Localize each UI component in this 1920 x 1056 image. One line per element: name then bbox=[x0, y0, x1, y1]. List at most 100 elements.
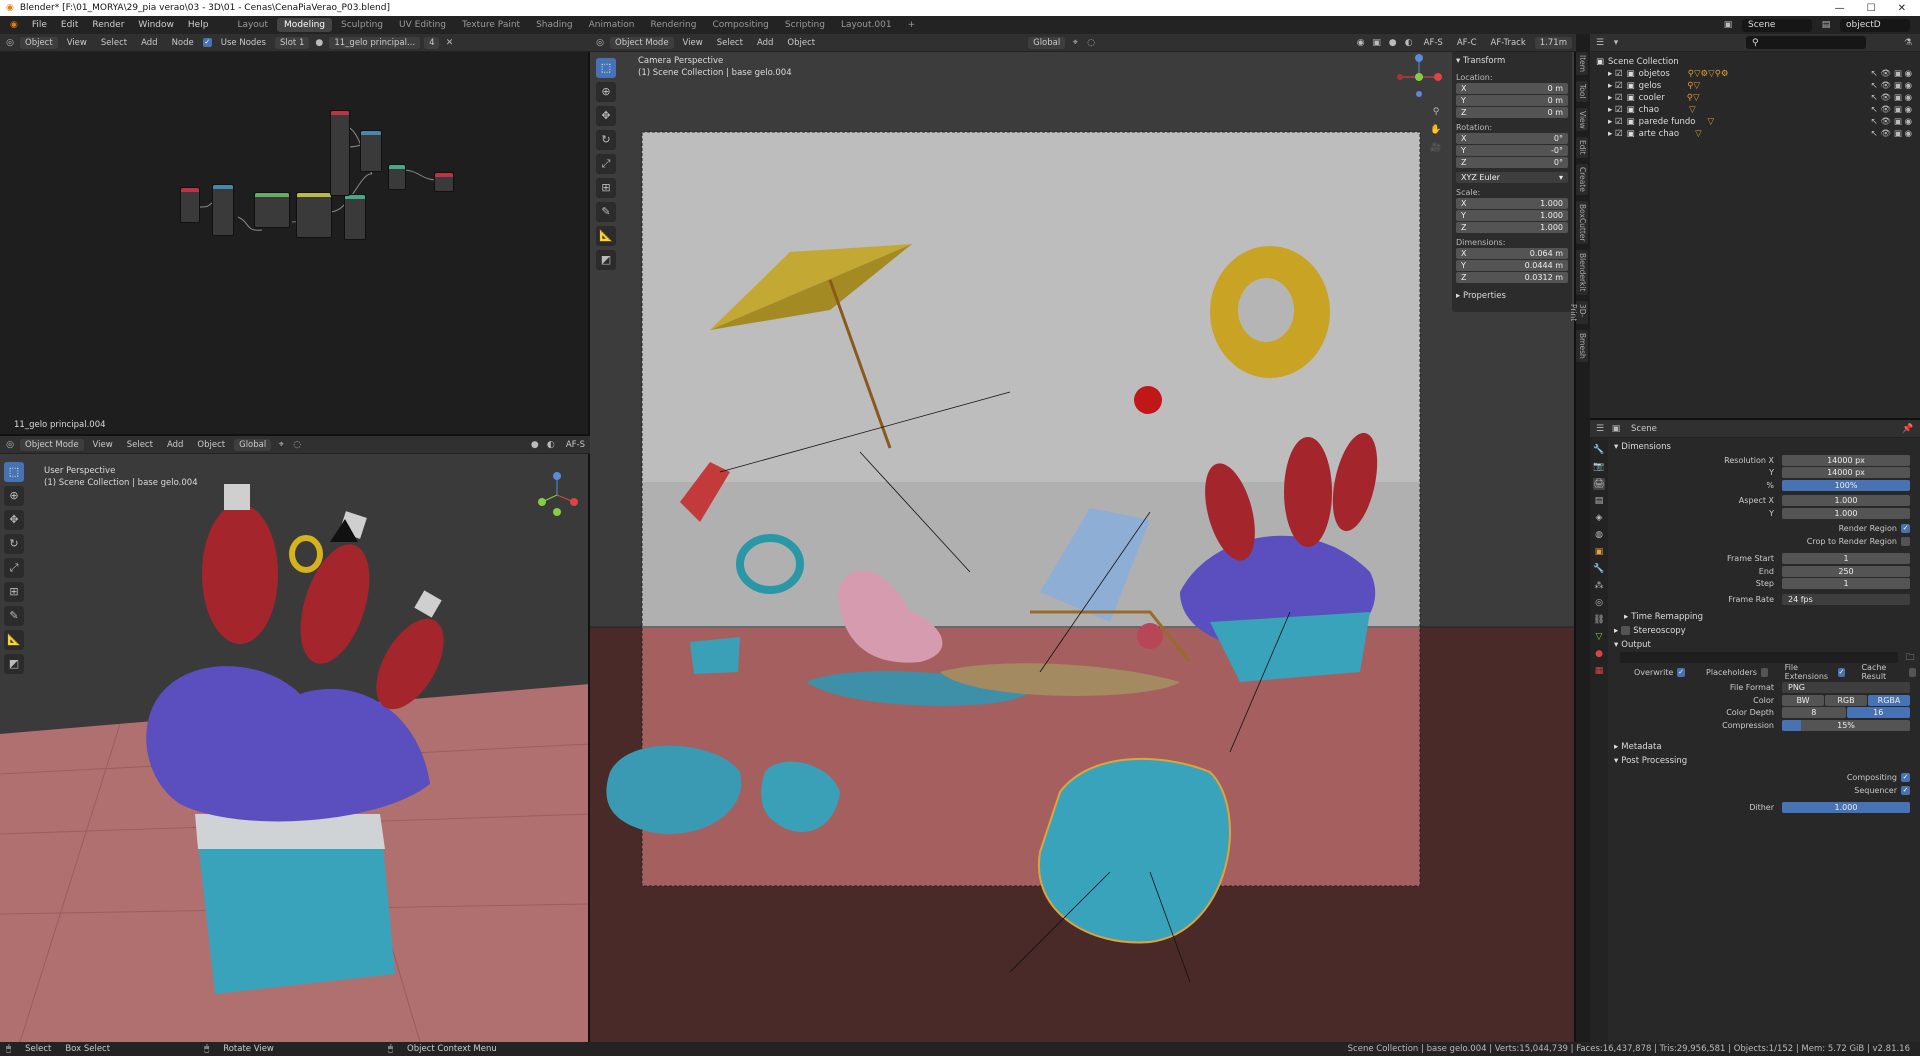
data-tab-icon[interactable]: ▽ bbox=[1593, 631, 1605, 643]
select-tool-icon[interactable]: ⬚ bbox=[596, 58, 616, 78]
af-track-button[interactable]: AF-Track bbox=[1486, 37, 1531, 49]
outliner-search[interactable]: ⚲ bbox=[1746, 36, 1866, 49]
material-tab-icon[interactable]: ● bbox=[1593, 648, 1605, 660]
location-y-field[interactable]: Y0 m bbox=[1456, 95, 1568, 106]
object-tab-icon[interactable]: ▣ bbox=[1593, 546, 1605, 558]
editor-type-icon[interactable]: ☰ bbox=[1594, 423, 1606, 435]
tab-layout-001[interactable]: Layout.001 bbox=[834, 18, 899, 32]
render-region-checkbox[interactable]: ✓ bbox=[1901, 524, 1910, 534]
user-count[interactable]: 4 bbox=[424, 36, 440, 49]
pan-icon[interactable]: ✋ bbox=[1430, 124, 1442, 136]
node[interactable] bbox=[344, 194, 366, 240]
visibility-toggles[interactable]: ↖ 👁 ▣ ◉ bbox=[1871, 93, 1912, 103]
add-workspace-icon[interactable]: + bbox=[901, 18, 923, 32]
compression-slider[interactable]: 15% bbox=[1782, 719, 1910, 731]
depth-8-button[interactable]: 8 bbox=[1782, 707, 1846, 719]
scale-tool-icon[interactable]: ⤢ bbox=[4, 558, 24, 578]
scale-tool-icon[interactable]: ⤢ bbox=[596, 154, 616, 174]
tab-compositing[interactable]: Compositing bbox=[705, 18, 775, 32]
outliner-row-arte-chao[interactable]: ▸ ☑ ▣ arte chao ▽ ↖ 👁 ▣ ◉ bbox=[1590, 128, 1920, 140]
mv-menu-add[interactable]: Add bbox=[752, 37, 778, 49]
visibility-toggles[interactable]: ↖ 👁 ▣ ◉ bbox=[1871, 117, 1912, 127]
pin-icon[interactable]: 📌 bbox=[1902, 423, 1914, 435]
maximize-icon[interactable]: ☐ bbox=[1867, 3, 1876, 14]
main-3d-viewport[interactable]: Camera Perspective (1) Scene Collection … bbox=[590, 52, 1576, 1042]
scale-y-field[interactable]: Y 1.000 bbox=[1456, 210, 1568, 221]
select-tool-icon[interactable]: ⬚ bbox=[4, 462, 24, 482]
resolution-y-field[interactable]: 14000 px bbox=[1782, 467, 1910, 479]
add-cube-tool-icon[interactable]: ◩ bbox=[4, 654, 24, 674]
slot-dropdown[interactable]: Slot 1 bbox=[274, 36, 310, 49]
zoom-icon[interactable]: ⚲ bbox=[1430, 106, 1442, 118]
mv-menu-object[interactable]: Object bbox=[782, 37, 820, 49]
annotate-tool-icon[interactable]: ✎ bbox=[4, 606, 24, 626]
material-output-node[interactable] bbox=[434, 172, 454, 192]
outliner-row-gelos[interactable]: ▸ ☑ ▣ gelos ⚲▽ ↖ 👁 ▣ ◉ bbox=[1590, 80, 1920, 92]
tab-modeling[interactable]: Modeling bbox=[277, 18, 332, 32]
mv-menu-select[interactable]: Select bbox=[712, 37, 748, 49]
cursor-tool-icon[interactable]: ⊕ bbox=[4, 486, 24, 506]
mode-dropdown[interactable]: Object Mode bbox=[20, 438, 84, 451]
frame-rate-dropdown[interactable]: 24 fps bbox=[1782, 593, 1910, 605]
outliner-row-chao[interactable]: ▸ ☑ ▣ chao ▽ ↖ 👁 ▣ ◉ bbox=[1590, 104, 1920, 116]
dimension-x-field[interactable]: X 0.064 m bbox=[1456, 248, 1568, 259]
visibility-toggles[interactable]: ↖ 👁 ▣ ◉ bbox=[1871, 69, 1912, 79]
visibility-toggles[interactable]: ↖ 👁 ▣ ◉ bbox=[1871, 81, 1912, 91]
editor-type-icon[interactable]: ◎ bbox=[594, 37, 606, 49]
cache-result-checkbox[interactable] bbox=[1908, 667, 1916, 677]
transform-tool-icon[interactable]: ⊞ bbox=[596, 178, 616, 198]
depth-16-button[interactable]: 16 bbox=[1846, 707, 1910, 719]
node[interactable] bbox=[212, 184, 234, 236]
tab-bmesh[interactable]: Bmesh bbox=[1576, 330, 1588, 362]
node[interactable] bbox=[330, 110, 350, 196]
location-x-field[interactable]: X0 m bbox=[1456, 83, 1568, 94]
rotation-y-field[interactable]: Y -0° bbox=[1456, 145, 1568, 156]
measure-tool-icon[interactable]: 📐 bbox=[596, 226, 616, 246]
outliner-row-cooler[interactable]: ▸ ☑ ▣ cooler ⚲▽ ↖ 👁 ▣ ◉ bbox=[1590, 92, 1920, 104]
transform-tool-icon[interactable]: ⊞ bbox=[4, 582, 24, 602]
dither-slider[interactable]: 1.000 bbox=[1782, 802, 1910, 814]
ne-menu-select[interactable]: Select bbox=[96, 37, 132, 49]
color-rgba-button[interactable]: RGBA bbox=[1868, 694, 1910, 706]
shading-material-icon[interactable]: ◐ bbox=[1403, 37, 1415, 49]
tab-sculpting[interactable]: Sculpting bbox=[334, 18, 390, 32]
use-nodes-checkbox[interactable]: ✓ bbox=[202, 38, 212, 47]
xray-icon[interactable]: ▣ bbox=[1371, 37, 1383, 49]
editor-type-icon[interactable]: ◎ bbox=[4, 439, 16, 451]
tab-texture-paint[interactable]: Texture Paint bbox=[455, 18, 527, 32]
mode-dropdown[interactable]: Object Mode bbox=[610, 36, 674, 49]
mv-menu-view[interactable]: View bbox=[678, 37, 708, 49]
tab-tool[interactable]: Tool bbox=[1576, 81, 1588, 102]
location-z-field[interactable]: Z0 m bbox=[1456, 107, 1568, 118]
proportional-icon[interactable]: ◌ bbox=[291, 439, 303, 451]
outliner-row-parede-fundo[interactable]: ▸ ☑ ▣ parede fundo ▽ ↖ 👁 ▣ ◉ bbox=[1590, 116, 1920, 128]
af-s-button[interactable]: AF-S bbox=[1419, 37, 1448, 49]
menu-edit[interactable]: Edit bbox=[55, 20, 84, 30]
left-3d-viewport[interactable]: User Perspective (1) Scene Collection | … bbox=[0, 454, 590, 1042]
shading-solid-icon[interactable]: ● bbox=[529, 439, 541, 451]
snap-icon[interactable]: ⌖ bbox=[275, 439, 287, 451]
sequencer-checkbox[interactable]: ✓ bbox=[1901, 785, 1910, 795]
rotation-x-field[interactable]: X 0° bbox=[1456, 133, 1568, 144]
overlay-icon[interactable]: ◉ bbox=[1355, 37, 1367, 49]
blender-menu-icon[interactable]: ◉ bbox=[4, 20, 24, 30]
output-path-field[interactable] bbox=[1620, 652, 1898, 664]
resolution-x-field[interactable]: 14000 px bbox=[1782, 454, 1910, 466]
ne-menu-view[interactable]: View bbox=[62, 37, 92, 49]
properties-subpanel[interactable]: ▸ Properties bbox=[1456, 289, 1568, 303]
stereoscopy-header[interactable]: ▸ Stereoscopy bbox=[1614, 624, 1916, 638]
menu-file[interactable]: File bbox=[26, 20, 53, 30]
file-extensions-checkbox[interactable]: ✓ bbox=[1837, 667, 1846, 677]
lv-menu-add[interactable]: Add bbox=[162, 439, 188, 451]
tab-animation[interactable]: Animation bbox=[582, 18, 642, 32]
scene-collection-row[interactable]: ▣ Scene Collection bbox=[1590, 56, 1920, 68]
node[interactable] bbox=[296, 192, 332, 238]
proportional-icon[interactable]: ◌ bbox=[1085, 37, 1097, 49]
rotate-tool-icon[interactable]: ↻ bbox=[596, 130, 616, 150]
af-c-button[interactable]: AF-C bbox=[1452, 37, 1482, 49]
aspect-x-field[interactable]: 1.000 bbox=[1782, 495, 1910, 507]
output-header[interactable]: ▾ Output bbox=[1614, 638, 1916, 652]
filter-icon[interactable]: ⚗ bbox=[1902, 37, 1914, 49]
tab-rendering[interactable]: Rendering bbox=[644, 18, 704, 32]
compositing-checkbox[interactable]: ✓ bbox=[1901, 773, 1910, 783]
